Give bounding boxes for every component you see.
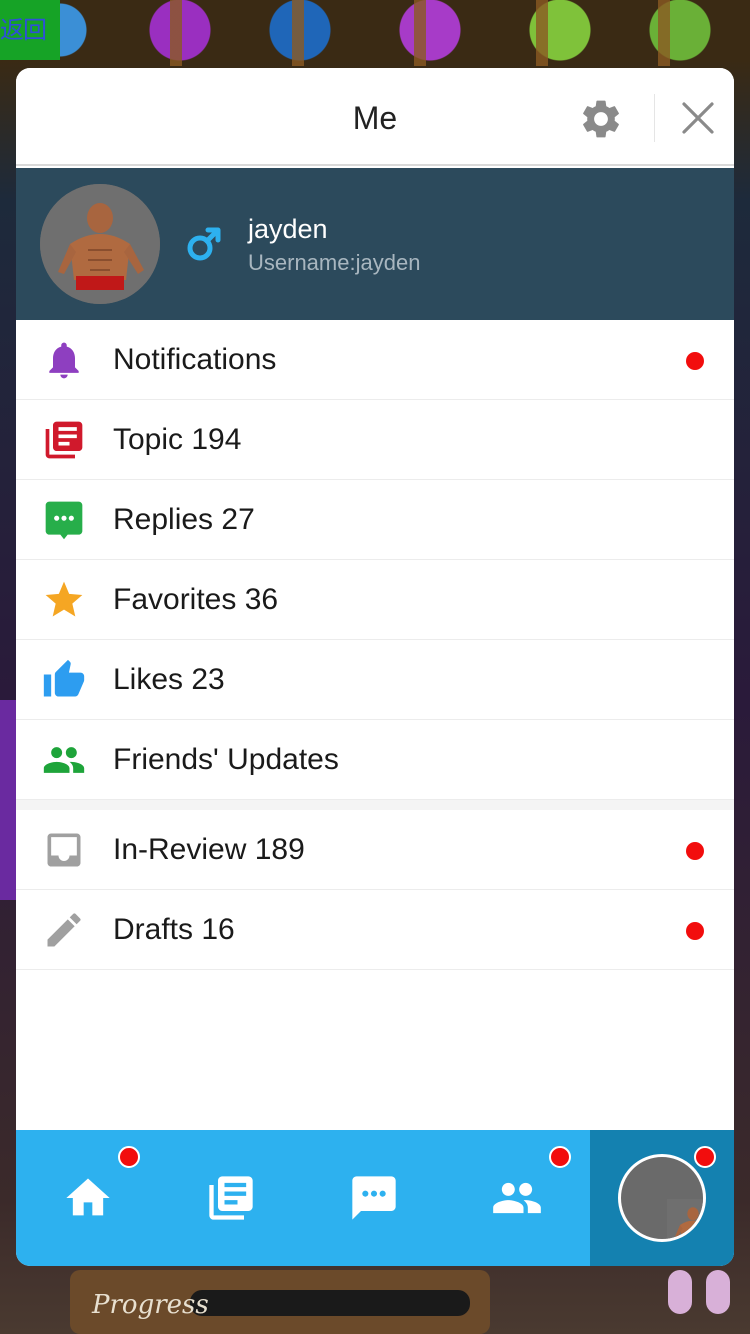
- avatar[interactable]: [40, 184, 160, 304]
- tab-friends[interactable]: [445, 1130, 588, 1266]
- bottom-tab-bar: [16, 1130, 734, 1266]
- menu-item-in-review[interactable]: In-Review 189: [16, 810, 734, 890]
- menu-item-label: Friends' Updates: [113, 743, 339, 776]
- pencil-icon: [47, 913, 81, 947]
- home-icon: [66, 1178, 110, 1216]
- topics-icon: [209, 1176, 253, 1220]
- tab-me[interactable]: [590, 1130, 734, 1266]
- page-title: Me: [352, 100, 398, 136]
- menu-item-label: Topic 194: [113, 423, 242, 456]
- tab-topics[interactable]: [159, 1130, 302, 1266]
- header-divider: [654, 94, 655, 142]
- notification-dot: [118, 1146, 140, 1168]
- menu-item-label: Drafts 16: [113, 913, 235, 946]
- menu-item-label: In-Review 189: [113, 833, 305, 866]
- tab-messages[interactable]: [302, 1130, 445, 1266]
- people-icon: [43, 747, 85, 773]
- chat-icon: [352, 1176, 396, 1220]
- menu-item-replies[interactable]: Replies 27: [16, 480, 734, 560]
- thumbs-up-icon: [43, 659, 85, 697]
- menu-item-label: Favorites 36: [113, 583, 279, 616]
- game-pill: [706, 1270, 730, 1314]
- menu-item-favorites[interactable]: Favorites 36: [16, 560, 734, 640]
- people-icon: [493, 1182, 541, 1214]
- game-progress-label: Progress: [92, 1290, 209, 1320]
- game-pill: [668, 1270, 692, 1314]
- back-button[interactable]: 返回: [0, 0, 60, 60]
- star-icon: [45, 581, 83, 617]
- profile-name: jayden: [248, 214, 328, 244]
- topics-icon: [45, 421, 83, 459]
- notification-dot: [549, 1146, 571, 1168]
- menu-item-label: Replies 27: [113, 503, 255, 536]
- game-progress-track: [190, 1290, 470, 1316]
- panel-header: Me: [16, 68, 734, 166]
- bell-icon: [49, 342, 79, 379]
- profile-section[interactable]: jayden Username:jayden: [16, 168, 734, 320]
- menu-item-topic[interactable]: Topic 194: [16, 400, 734, 480]
- gear-icon[interactable]: [578, 96, 624, 142]
- menu-item-label: Notifications: [113, 343, 277, 376]
- avatar: [618, 1154, 706, 1242]
- menu-list: Notifications Topic 194 Replies 27 Favor…: [16, 320, 734, 970]
- unread-dot: [686, 842, 704, 860]
- inbox-icon: [47, 833, 81, 867]
- male-icon: [187, 227, 221, 261]
- menu-item-likes[interactable]: Likes 23: [16, 640, 734, 720]
- menu-item-label: Likes 23: [113, 663, 225, 696]
- chat-icon: [45, 501, 83, 540]
- game-tile-row: [60, 0, 750, 66]
- menu-item-notifications[interactable]: Notifications: [16, 320, 734, 400]
- game-decoration: [0, 700, 16, 900]
- menu-item-friends-updates[interactable]: Friends' Updates: [16, 720, 734, 800]
- tab-home[interactable]: [16, 1130, 159, 1266]
- section-divider: [16, 800, 734, 810]
- unread-dot: [686, 352, 704, 370]
- profile-username: Username:jayden: [248, 250, 421, 275]
- menu-item-drafts[interactable]: Drafts 16: [16, 890, 734, 970]
- close-icon[interactable]: [678, 98, 718, 138]
- unread-dot: [686, 922, 704, 940]
- me-panel: Me jayden Username:jayden Notifications …: [16, 68, 734, 1266]
- notification-dot: [694, 1146, 716, 1168]
